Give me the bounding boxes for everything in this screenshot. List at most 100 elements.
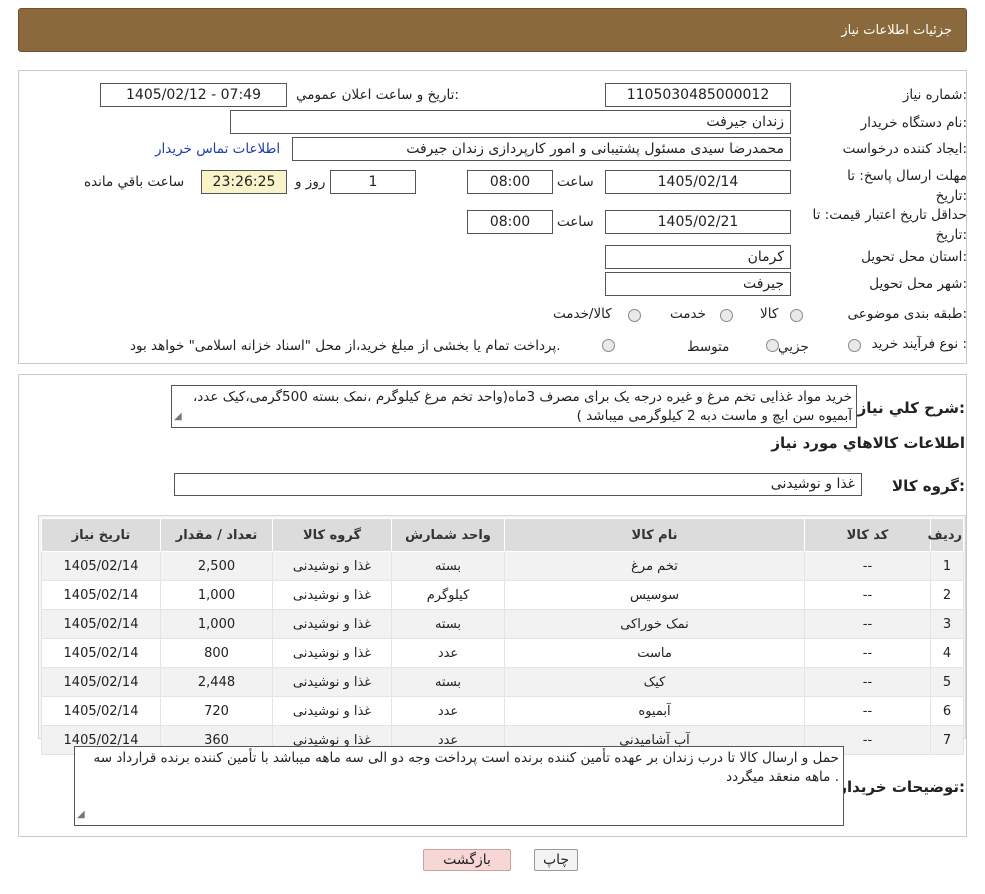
resize-grip-icon[interactable]: ◢ (174, 407, 182, 426)
deadline-time-label: ساعت (557, 174, 594, 190)
validity-time-label: ساعت (557, 214, 594, 230)
process-note: پرداخت تمام يا بخشی از مبلغ خريد،از محل … (130, 338, 561, 354)
days-label: روز و (295, 174, 326, 190)
category-label: طبقه بندی موضوعی: (847, 306, 967, 322)
province-field: کرمان (605, 245, 791, 269)
cell-unit: کیلوگرم (391, 580, 505, 610)
category-radio-service[interactable] (720, 309, 733, 322)
col-header-quantity: تعداد / مقدار (160, 518, 273, 552)
goods-section-title: اطلاعات کالاهاي مورد نياز (771, 434, 965, 452)
items-table-wrapper: رديف کد کالا نام کالا واحد شمارش گروه کا… (38, 515, 966, 755)
cell-quantity: 1,000 (160, 609, 273, 639)
table-row: 2 -- سوسیس کیلوگرم غذا و نوشیدنی 1,000 1… (41, 580, 964, 610)
cell-index: 1 (930, 551, 964, 581)
col-header-unit: واحد شمارش (391, 518, 505, 552)
description-label: شرح کلي نياز: (857, 399, 965, 417)
buyer-org-label: نام دستگاه خريدار: (860, 115, 967, 131)
cell-code: -- (804, 551, 931, 581)
cell-group: غذا و نوشیدنی (272, 609, 392, 639)
process-option-medium: متوسط (687, 339, 730, 355)
cell-name: تخم مرغ (504, 551, 805, 581)
process-radio-treasury[interactable] (602, 339, 615, 352)
cell-date: 1405/02/14 (41, 696, 161, 726)
cell-name: سوسیس (504, 580, 805, 610)
cell-date: 1405/02/14 (41, 551, 161, 581)
cell-unit: عدد (391, 696, 505, 726)
cell-group: غذا و نوشیدنی (272, 696, 392, 726)
col-header-group: گروه کالا (272, 518, 392, 552)
category-radio-goods-service[interactable] (628, 309, 641, 322)
announce-field: 1405/02/12 - 07:49 (100, 83, 287, 107)
need-number-field: 1105030485000012 (605, 83, 791, 107)
cell-group: غذا و نوشیدنی (272, 667, 392, 697)
cell-group: غذا و نوشیدنی (272, 638, 392, 668)
items-table-header: رديف کد کالا نام کالا واحد شمارش گروه کا… (41, 518, 964, 552)
contact-buyer-link[interactable]: اطلاعات تماس خريدار (155, 141, 280, 157)
cell-date: 1405/02/14 (41, 609, 161, 639)
process-radio-minor[interactable] (848, 339, 861, 352)
resize-grip-icon[interactable]: ◢ (77, 805, 85, 824)
print-button[interactable]: چاپ (534, 849, 578, 871)
cell-index: 7 (930, 725, 964, 755)
cell-quantity: 720 (160, 696, 273, 726)
cell-index: 2 (930, 580, 964, 610)
deadline-date-field: 1405/02/14 (605, 170, 791, 194)
table-row: 1 -- تخم مرغ بسته غذا و نوشیدنی 2,500 14… (41, 551, 964, 581)
description-textarea[interactable]: خرید مواد غذایی تخم مرغ و غیره درجه یک ب… (171, 385, 857, 428)
items-table: رديف کد کالا نام کالا واحد شمارش گروه کا… (41, 518, 964, 755)
cell-unit: بسته (391, 667, 505, 697)
need-number-label: شماره نیاز: (902, 87, 967, 103)
remaining-time-field: 23:26:25 (201, 170, 287, 194)
cell-index: 6 (930, 696, 964, 726)
category-option-service: خدمت (670, 306, 706, 322)
cell-date: 1405/02/14 (41, 580, 161, 610)
buyer-notes-label: توضيحات خريدار: (838, 778, 965, 796)
days-field: 1 (330, 170, 416, 194)
col-header-name: نام کالا (504, 518, 805, 552)
process-radio-medium[interactable] (766, 339, 779, 352)
city-field: جيرفت (605, 272, 791, 296)
cell-name: نمک خوراکی (504, 609, 805, 639)
col-header-code: کد کالا (804, 518, 931, 552)
deadline-time-field: 08:00 (467, 170, 553, 194)
table-row: 5 -- کیک بسته غذا و نوشیدنی 2,448 1405/0… (41, 667, 964, 697)
cell-index: 5 (930, 667, 964, 697)
cell-name: آبمیوه (504, 696, 805, 726)
table-row: 3 -- نمک خوراکی بسته غذا و نوشیدنی 1,000… (41, 609, 964, 639)
cell-group: غذا و نوشیدنی (272, 580, 392, 610)
cell-code: -- (804, 696, 931, 726)
validity-date-field: 1405/02/21 (605, 210, 791, 234)
cell-quantity: 800 (160, 638, 273, 668)
validity-time-field: 08:00 (467, 210, 553, 234)
category-radio-goods[interactable] (790, 309, 803, 322)
requester-field: محمدرضا سیدی مسئول پشتیبانی و امور کارپر… (292, 137, 791, 161)
cell-name: ماست (504, 638, 805, 668)
process-label: نوع فرآيند خريد : (871, 336, 967, 352)
cell-index: 4 (930, 638, 964, 668)
page-header: جزئیات اطلاعات نیاز (18, 8, 967, 52)
cell-quantity: 2,448 (160, 667, 273, 697)
category-option-goods-service: کالا/خدمت (553, 306, 612, 322)
validity-label: حداقل تاريخ اعتبار قيمت: تا تاريخ: (812, 207, 967, 243)
col-header-date: تاريخ نياز (41, 518, 161, 552)
cell-group: غذا و نوشیدنی (272, 551, 392, 581)
requester-label: ايجاد کننده درخواست: (842, 141, 967, 157)
remaining-label: ساعت باقي مانده (84, 174, 185, 190)
goods-group-field: غذا و نوشيدنی (174, 473, 862, 496)
cell-name: کیک (504, 667, 805, 697)
cell-index: 3 (930, 609, 964, 639)
col-header-index: رديف (927, 518, 964, 552)
cell-code: -- (804, 580, 931, 610)
announce-label: تاریخ و ساعت اعلان عمومي: (296, 87, 459, 103)
back-button[interactable]: بازگشت (423, 849, 511, 871)
table-row: 4 -- ماست عدد غذا و نوشیدنی 800 1405/02/… (41, 638, 964, 668)
buyer-notes-textarea[interactable]: حمل و ارسال کالا تا درب زندان بر عهده تأ… (74, 746, 844, 826)
buyer-org-field: زندان جيرفت (230, 110, 791, 134)
cell-code: -- (804, 609, 931, 639)
cell-code: -- (804, 667, 931, 697)
description-text: خرید مواد غذایی تخم مرغ و غیره درجه یک ب… (192, 389, 852, 424)
cell-code: -- (804, 638, 931, 668)
cell-date: 1405/02/14 (41, 638, 161, 668)
city-label: شهر محل تحويل: (869, 276, 967, 292)
process-option-minor: جزيي (778, 339, 809, 355)
